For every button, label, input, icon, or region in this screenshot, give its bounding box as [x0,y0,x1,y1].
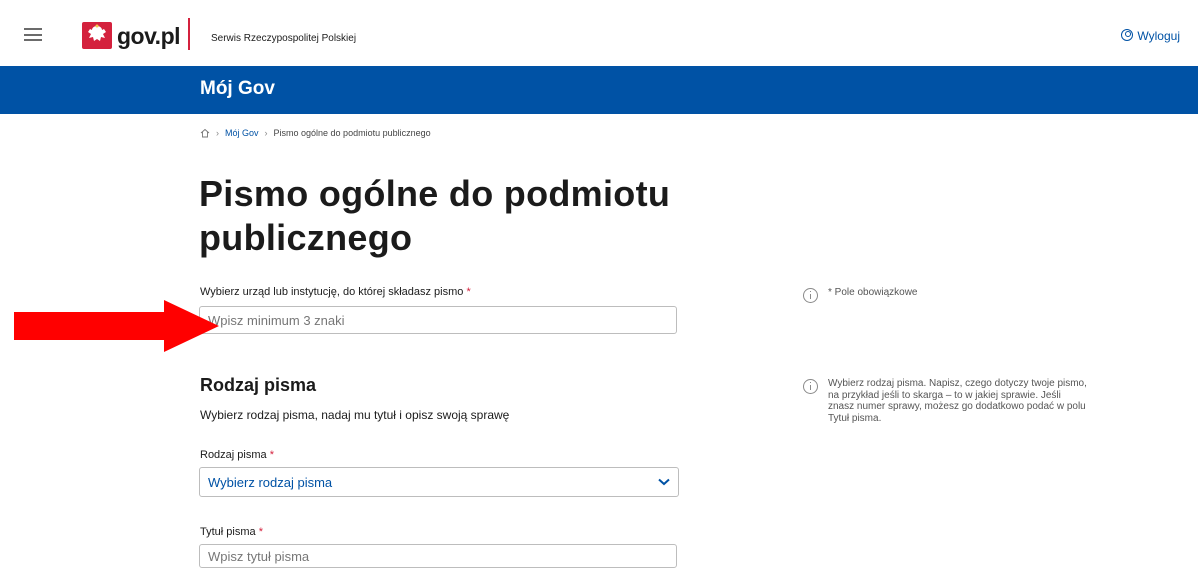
header-divider [188,18,190,50]
required-mark: * [258,526,263,538]
required-fields-text: * Pole obowiązkowe [828,287,918,298]
institution-label: Wybierz urząd lub instytucję, do której … [200,286,471,298]
institution-label-text: Wybierz urząd lub instytucję, do której … [200,286,464,298]
letter-title-label-text: Tytuł pisma [200,526,256,538]
section-description: Wybierz rodzaj pisma, nadaj mu tytuł i o… [200,408,510,422]
top-header: gov.pl Serwis Rzeczypospolitej Polskiej … [0,0,1198,66]
breadcrumb-link-moj-gov[interactable]: Mój Gov [225,128,259,138]
letter-title-label: Tytuł pisma * [200,526,263,538]
chevron-down-icon [658,478,670,486]
chevron-right-icon: › [216,128,219,138]
breadcrumb-current: Pismo ogólne do podmiotu publicznego [273,128,431,138]
red-arrow-annotation [14,300,219,352]
letter-title-input[interactable] [199,544,677,568]
letter-type-label-text: Rodzaj pisma [200,449,267,461]
required-fields-note: * Pole obowiązkowe [803,287,918,303]
section-title: Rodzaj pisma [200,375,317,395]
institution-search-input[interactable] [199,306,677,334]
logout-link[interactable]: Wyloguj [1121,29,1180,43]
gov-logo-text[interactable]: gov.pl [117,23,181,50]
section-band: Mój Gov [0,66,1198,114]
poland-emblem-icon[interactable] [82,22,112,49]
breadcrumb: › Mój Gov › Pismo ogólne do podmiotu pub… [200,128,431,138]
letter-type-select[interactable]: Wybierz rodzaj pisma [199,467,679,497]
letter-type-selected: Wybierz rodzaj pisma [208,474,333,490]
chevron-right-icon: › [264,128,268,138]
page-title: Pismo ogólne do podmiotu publicznego [199,173,671,258]
info-icon [803,379,818,394]
required-mark: * [466,286,471,298]
required-mark: * [269,449,274,461]
band-title[interactable]: Mój Gov [200,78,275,100]
letter-type-label: Rodzaj pisma * [200,449,274,461]
logout-label: Wyloguj [1137,29,1180,43]
info-icon [803,288,818,303]
service-name: Serwis Rzeczypospolitej Polskiej [211,33,357,44]
letter-type-hint: Wybierz rodzaj pisma. Napisz, czego doty… [803,378,1093,424]
hamburger-menu-icon[interactable] [24,28,42,41]
user-logout-icon [1121,29,1134,41]
letter-type-hint-text: Wybierz rodzaj pisma. Napisz, czego doty… [828,378,1087,424]
home-icon[interactable] [200,128,210,138]
